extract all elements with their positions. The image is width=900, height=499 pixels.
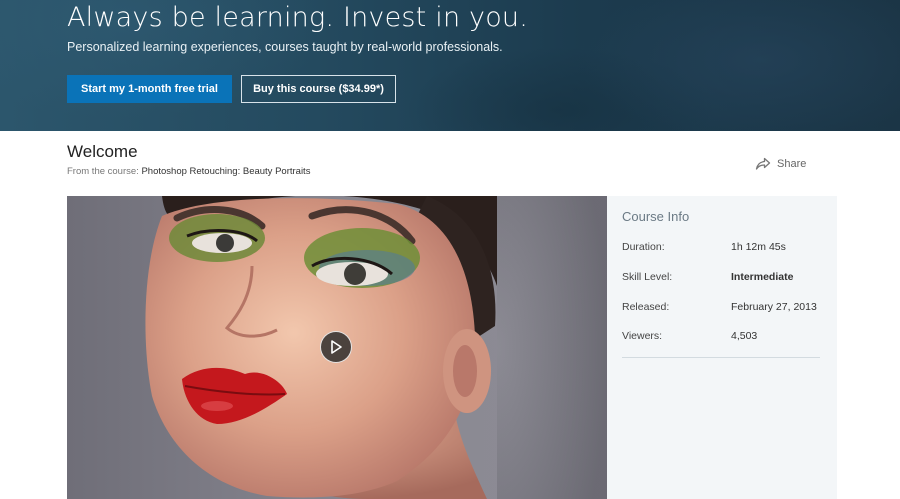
info-value: 1h 12m 45s <box>731 241 786 253</box>
hero-banner: Always be learning. Invest in you. Perso… <box>0 0 900 131</box>
info-label: Skill Level: <box>622 271 673 283</box>
course-info-title: Course Info <box>622 209 690 224</box>
play-icon <box>331 340 342 354</box>
page-title: Welcome <box>67 142 138 161</box>
buy-course-button[interactable]: Buy this course ($34.99*) <box>241 75 396 103</box>
info-row-released: Released: February 27, 2013 <box>622 301 822 315</box>
free-trial-button[interactable]: Start my 1-month free trial <box>67 75 232 103</box>
share-icon <box>755 157 771 171</box>
hero-subtitle: Personalized learning experiences, cours… <box>67 40 503 54</box>
info-divider <box>622 357 820 358</box>
course-info-panel: Course Info Duration: 1h 12m 45s Skill L… <box>607 196 837 499</box>
hero-title: Always be learning. Invest in you. <box>67 2 529 33</box>
info-row-duration: Duration: 1h 12m 45s <box>622 241 822 255</box>
from-course-prefix: From the course: <box>67 166 139 177</box>
info-value: 4,503 <box>731 330 758 342</box>
share-label: Share <box>777 158 807 170</box>
info-row-skill-level: Skill Level: Intermediate <box>622 271 822 285</box>
info-value: February 27, 2013 <box>731 301 817 313</box>
info-label: Released: <box>622 301 670 313</box>
play-button[interactable] <box>320 331 352 363</box>
info-label: Duration: <box>622 241 665 253</box>
info-row-viewers: Viewers: 4,503 <box>622 330 822 344</box>
info-value: Intermediate <box>731 271 794 283</box>
info-label: Viewers: <box>622 330 663 342</box>
course-name-link[interactable]: Photoshop Retouching: Beauty Portraits <box>141 166 310 177</box>
course-source-line: From the course: Photoshop Retouching: B… <box>67 166 310 177</box>
share-button[interactable]: Share <box>755 157 806 171</box>
